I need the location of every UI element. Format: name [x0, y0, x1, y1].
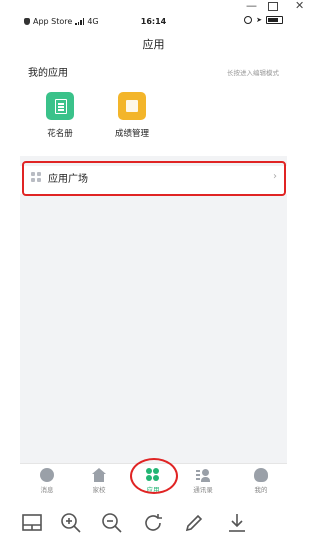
home-school-icon: [92, 468, 106, 482]
contacts-icon: [196, 468, 210, 482]
layout-button[interactable]: [20, 511, 44, 535]
app-grades[interactable]: 成绩管理: [102, 92, 162, 139]
tab-label: 家校: [92, 486, 106, 494]
location-icon: ➤: [256, 16, 262, 24]
zoom-out-button[interactable]: [100, 511, 124, 535]
battery-icon: [266, 16, 283, 24]
zoom-in-button[interactable]: [59, 511, 83, 535]
my-apps-title: 我的应用: [28, 68, 68, 79]
close-button[interactable]: ✕: [295, 0, 304, 12]
phone-screen: App Store 4G 16:14 ➤ 应用 我的应用 长按进入编辑模式 花名…: [20, 12, 287, 496]
edit-mode-hint: 长按进入编辑模式: [227, 69, 279, 77]
app-roster[interactable]: 花名册: [30, 92, 90, 139]
message-icon: [40, 468, 54, 482]
app-label: 花名册: [47, 129, 73, 139]
tab-messages[interactable]: 消息: [27, 468, 67, 494]
my-apps-section: 我的应用 长按进入编辑模式 花名册 成绩管理: [20, 58, 287, 156]
tab-label: 消息: [40, 486, 54, 494]
grades-icon: [118, 92, 146, 120]
edit-button[interactable]: [182, 511, 206, 535]
tab-label: 我的: [254, 486, 268, 494]
minimize-button[interactable]: —: [246, 0, 257, 12]
zoom-in-icon: [61, 513, 81, 533]
layout-icon: [22, 514, 42, 531]
download-button[interactable]: [225, 511, 249, 535]
profile-icon: [254, 468, 268, 482]
tab-profile[interactable]: 我的: [241, 468, 281, 494]
zoom-out-icon: [102, 513, 122, 533]
lock-rotation-icon: [244, 16, 253, 24]
tab-label: 通讯录: [193, 486, 213, 494]
edit-icon: [185, 514, 203, 532]
highlight-app-market: [22, 161, 286, 196]
app-label: 成绩管理: [114, 129, 149, 139]
tab-home-school[interactable]: 家校: [79, 468, 119, 494]
maximize-button[interactable]: [268, 2, 278, 11]
status-bar: App Store 4G 16:14 ➤: [20, 12, 287, 30]
roster-icon: [46, 92, 74, 120]
download-icon: [229, 514, 245, 532]
page-title: 应用: [142, 38, 165, 51]
rotate-icon: [145, 514, 162, 531]
highlight-apps-tab: [130, 458, 178, 494]
rotate-button[interactable]: [141, 511, 165, 535]
tab-contacts[interactable]: 通讯录: [183, 468, 223, 494]
window-chrome: — ✕: [0, 0, 320, 12]
nav-bar: 应用: [20, 30, 287, 58]
viewer-toolbar: [0, 505, 320, 549]
